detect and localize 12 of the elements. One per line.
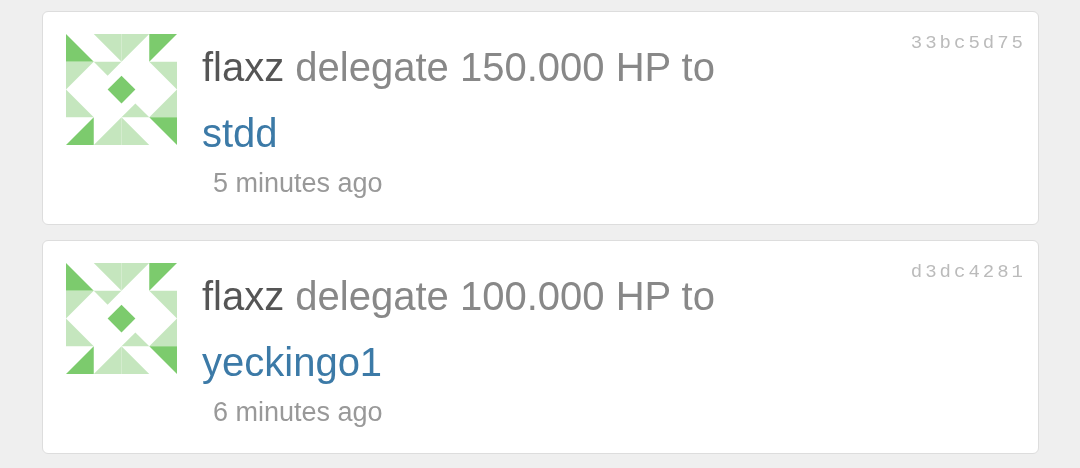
author-link[interactable]: flaxz [202,45,285,89]
identicon-icon [66,34,177,145]
transaction-hash: d3dc4281 [910,261,1026,283]
activity-text: flaxz delegate 150.000 HP to stdd [202,44,716,157]
identicon-icon [66,263,177,374]
activity-text: flaxz delegate 100.000 HP to yeckingo1 [202,273,716,386]
timestamp: 5 minutes ago [213,168,383,199]
author-link[interactable]: flaxz [202,274,285,318]
recipient-link[interactable]: stdd [202,111,278,155]
timestamp: 6 minutes ago [213,397,383,428]
recipient-link[interactable]: yeckingo1 [202,340,383,384]
transaction-hash: 33bc5d75 [910,32,1026,54]
